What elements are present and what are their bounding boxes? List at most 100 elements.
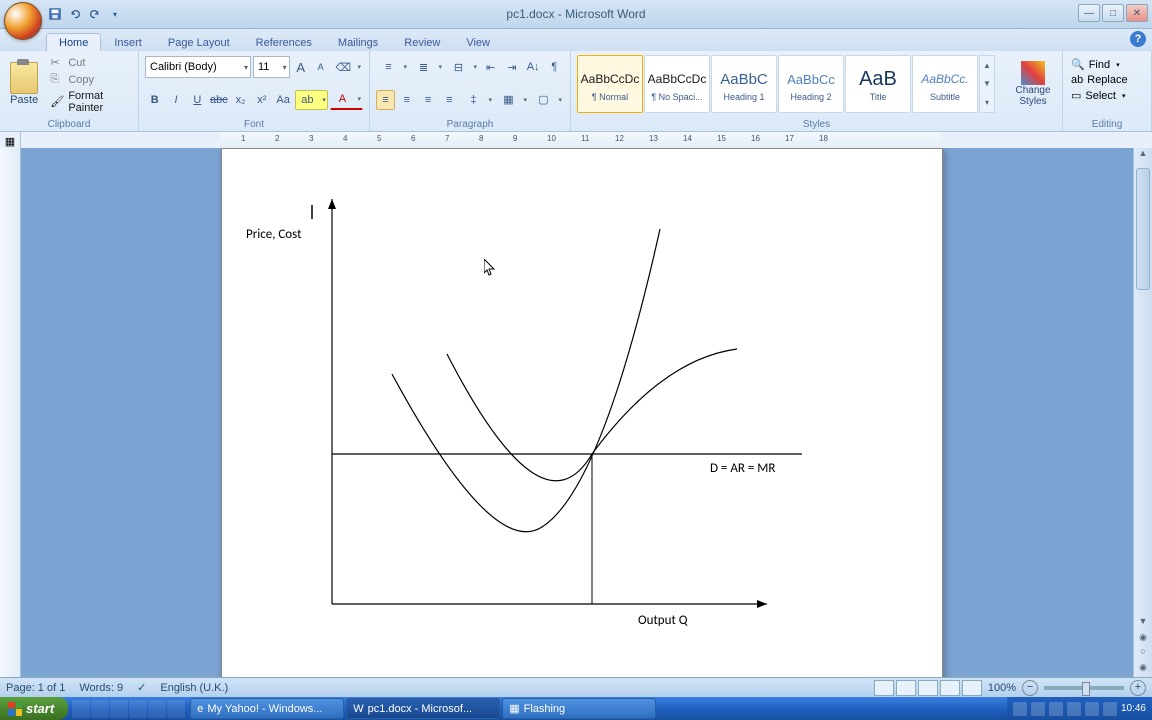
outline-view-button[interactable] (940, 680, 960, 696)
web-layout-view-button[interactable] (918, 680, 938, 696)
vertical-ruler[interactable] (0, 148, 21, 678)
align-left-button[interactable]: ≡ (376, 90, 395, 110)
style-heading1[interactable]: AaBbCHeading 1 (711, 55, 777, 113)
style-heading2[interactable]: AaBbCcHeading 2 (778, 55, 844, 113)
tab-page-layout[interactable]: Page Layout (155, 33, 243, 51)
tab-home[interactable]: Home (46, 33, 101, 51)
tray-icon-2[interactable] (1031, 702, 1045, 716)
ql-icon-3[interactable] (110, 700, 128, 718)
save-icon[interactable] (46, 5, 64, 23)
replace-button[interactable]: abReplace (1069, 73, 1145, 87)
bold-button[interactable]: B (145, 90, 164, 110)
close-button[interactable]: ✕ (1126, 4, 1148, 22)
tab-review[interactable]: Review (391, 33, 453, 51)
style-gallery[interactable]: AaBbCcDc¶ Normal AaBbCcDc¶ No Spaci... A… (575, 53, 1008, 115)
next-page-button[interactable]: ◉ (1134, 662, 1152, 678)
bullets-button[interactable]: ≡ (376, 57, 409, 77)
ql-icon-4[interactable] (129, 700, 147, 718)
vertical-scrollbar[interactable]: ▲ ▼ ◉ ○ ◉ (1133, 148, 1152, 678)
tray-icon-5[interactable] (1085, 702, 1099, 716)
draft-view-button[interactable] (962, 680, 982, 696)
align-center-button[interactable]: ≡ (397, 90, 416, 110)
sort-button[interactable]: A↓ (524, 57, 543, 77)
page-indicator[interactable]: Page: 1 of 1 (6, 682, 65, 694)
copy-button[interactable]: ⎘Copy (48, 72, 134, 88)
minimize-button[interactable]: — (1078, 4, 1100, 22)
tray-icon-1[interactable] (1013, 702, 1027, 716)
task-flashing[interactable]: ▦Flashing (502, 698, 656, 719)
multilevel-list-button[interactable]: ⊟ (446, 57, 479, 77)
font-size-combo[interactable]: 11▾ (253, 56, 290, 78)
find-button[interactable]: 🔍Find▾ (1069, 57, 1145, 72)
tab-mailings[interactable]: Mailings (325, 33, 391, 51)
scroll-up-button[interactable]: ▲ (1134, 148, 1152, 164)
redo-icon[interactable] (86, 5, 104, 23)
superscript-button[interactable]: x² (252, 90, 271, 110)
zoom-out-button[interactable]: − (1022, 680, 1038, 696)
ql-icon-1[interactable] (72, 700, 90, 718)
clock[interactable]: 10:46 (1121, 703, 1146, 714)
style-title[interactable]: AaBTitle (845, 55, 911, 113)
justify-button[interactable]: ≡ (440, 90, 459, 110)
word-count[interactable]: Words: 9 (79, 682, 123, 694)
spellcheck-icon[interactable]: ✓ (137, 681, 146, 694)
paste-button[interactable]: Paste (4, 53, 44, 115)
zoom-level[interactable]: 100% (988, 682, 1016, 694)
task-yahoo[interactable]: eMy Yahoo! - Windows... (190, 698, 344, 719)
cut-button[interactable]: ✂Cut (48, 55, 134, 71)
ql-icon-2[interactable] (91, 700, 109, 718)
grow-font-button[interactable]: A (292, 57, 310, 77)
increase-indent-button[interactable]: ⇥ (502, 57, 521, 77)
tab-insert[interactable]: Insert (101, 33, 155, 51)
ql-icon-5[interactable] (148, 700, 166, 718)
print-layout-view-button[interactable] (874, 680, 894, 696)
change-case-button[interactable]: Aa (273, 90, 292, 110)
borders-button[interactable]: ▢ (531, 90, 564, 110)
undo-icon[interactable] (66, 5, 84, 23)
subscript-button[interactable]: x₂ (231, 90, 250, 110)
tray-icon-4[interactable] (1067, 702, 1081, 716)
browse-object-button[interactable]: ○ (1134, 646, 1152, 662)
zoom-slider[interactable] (1044, 686, 1124, 690)
tab-references[interactable]: References (243, 33, 325, 51)
format-painter-button[interactable]: 🖌Format Painter (48, 89, 134, 115)
zoom-slider-thumb[interactable] (1082, 682, 1090, 696)
show-marks-button[interactable]: ¶ (545, 57, 564, 77)
tray-icon-3[interactable] (1049, 702, 1063, 716)
shading-button[interactable]: ▦ (496, 90, 529, 110)
decrease-indent-button[interactable]: ⇤ (481, 57, 500, 77)
full-screen-view-button[interactable] (896, 680, 916, 696)
align-right-button[interactable]: ≡ (419, 90, 438, 110)
document-scroll-area[interactable]: Price, Cost D = AR = MR Output Q (21, 148, 1133, 678)
font-name-combo[interactable]: Calibri (Body)▾ (145, 56, 251, 78)
numbering-button[interactable]: ≣ (411, 57, 444, 77)
language-indicator[interactable]: English (U.K.) (160, 682, 228, 694)
scroll-thumb[interactable] (1136, 168, 1150, 290)
start-button[interactable]: start (0, 697, 68, 720)
office-button[interactable] (4, 2, 42, 40)
gallery-more-button[interactable]: ▾ (980, 98, 994, 107)
clear-formatting-button[interactable]: ⌫ (332, 57, 363, 77)
change-styles-button[interactable]: Change Styles (1008, 53, 1058, 115)
style-normal[interactable]: AaBbCcDc¶ Normal (577, 55, 643, 113)
task-word[interactable]: Wpc1.docx - Microsof... (346, 698, 500, 719)
scroll-down-button[interactable]: ▼ (1134, 616, 1152, 632)
qat-customize-icon[interactable]: ▾ (106, 5, 124, 23)
style-no-spacing[interactable]: AaBbCcDc¶ No Spaci... (644, 55, 710, 113)
help-button[interactable]: ? (1130, 31, 1146, 47)
ql-icon-6[interactable] (167, 700, 185, 718)
line-spacing-button[interactable]: ‡ (461, 90, 494, 110)
document-page[interactable]: Price, Cost D = AR = MR Output Q (221, 148, 943, 678)
maximize-button[interactable]: □ (1102, 4, 1124, 22)
zoom-in-button[interactable]: + (1130, 680, 1146, 696)
shrink-font-button[interactable]: A (312, 57, 330, 77)
strikethrough-button[interactable]: abc (209, 90, 229, 110)
select-button[interactable]: ▭Select▾ (1069, 88, 1145, 103)
highlight-button[interactable]: ab (295, 90, 328, 110)
gallery-down-button[interactable]: ▼ (980, 79, 994, 88)
underline-button[interactable]: U (188, 90, 207, 110)
font-color-button[interactable]: A (330, 89, 363, 110)
style-subtitle[interactable]: AaBbCc.Subtitle (912, 55, 978, 113)
gallery-up-button[interactable]: ▲ (980, 61, 994, 70)
italic-button[interactable]: I (166, 90, 185, 110)
